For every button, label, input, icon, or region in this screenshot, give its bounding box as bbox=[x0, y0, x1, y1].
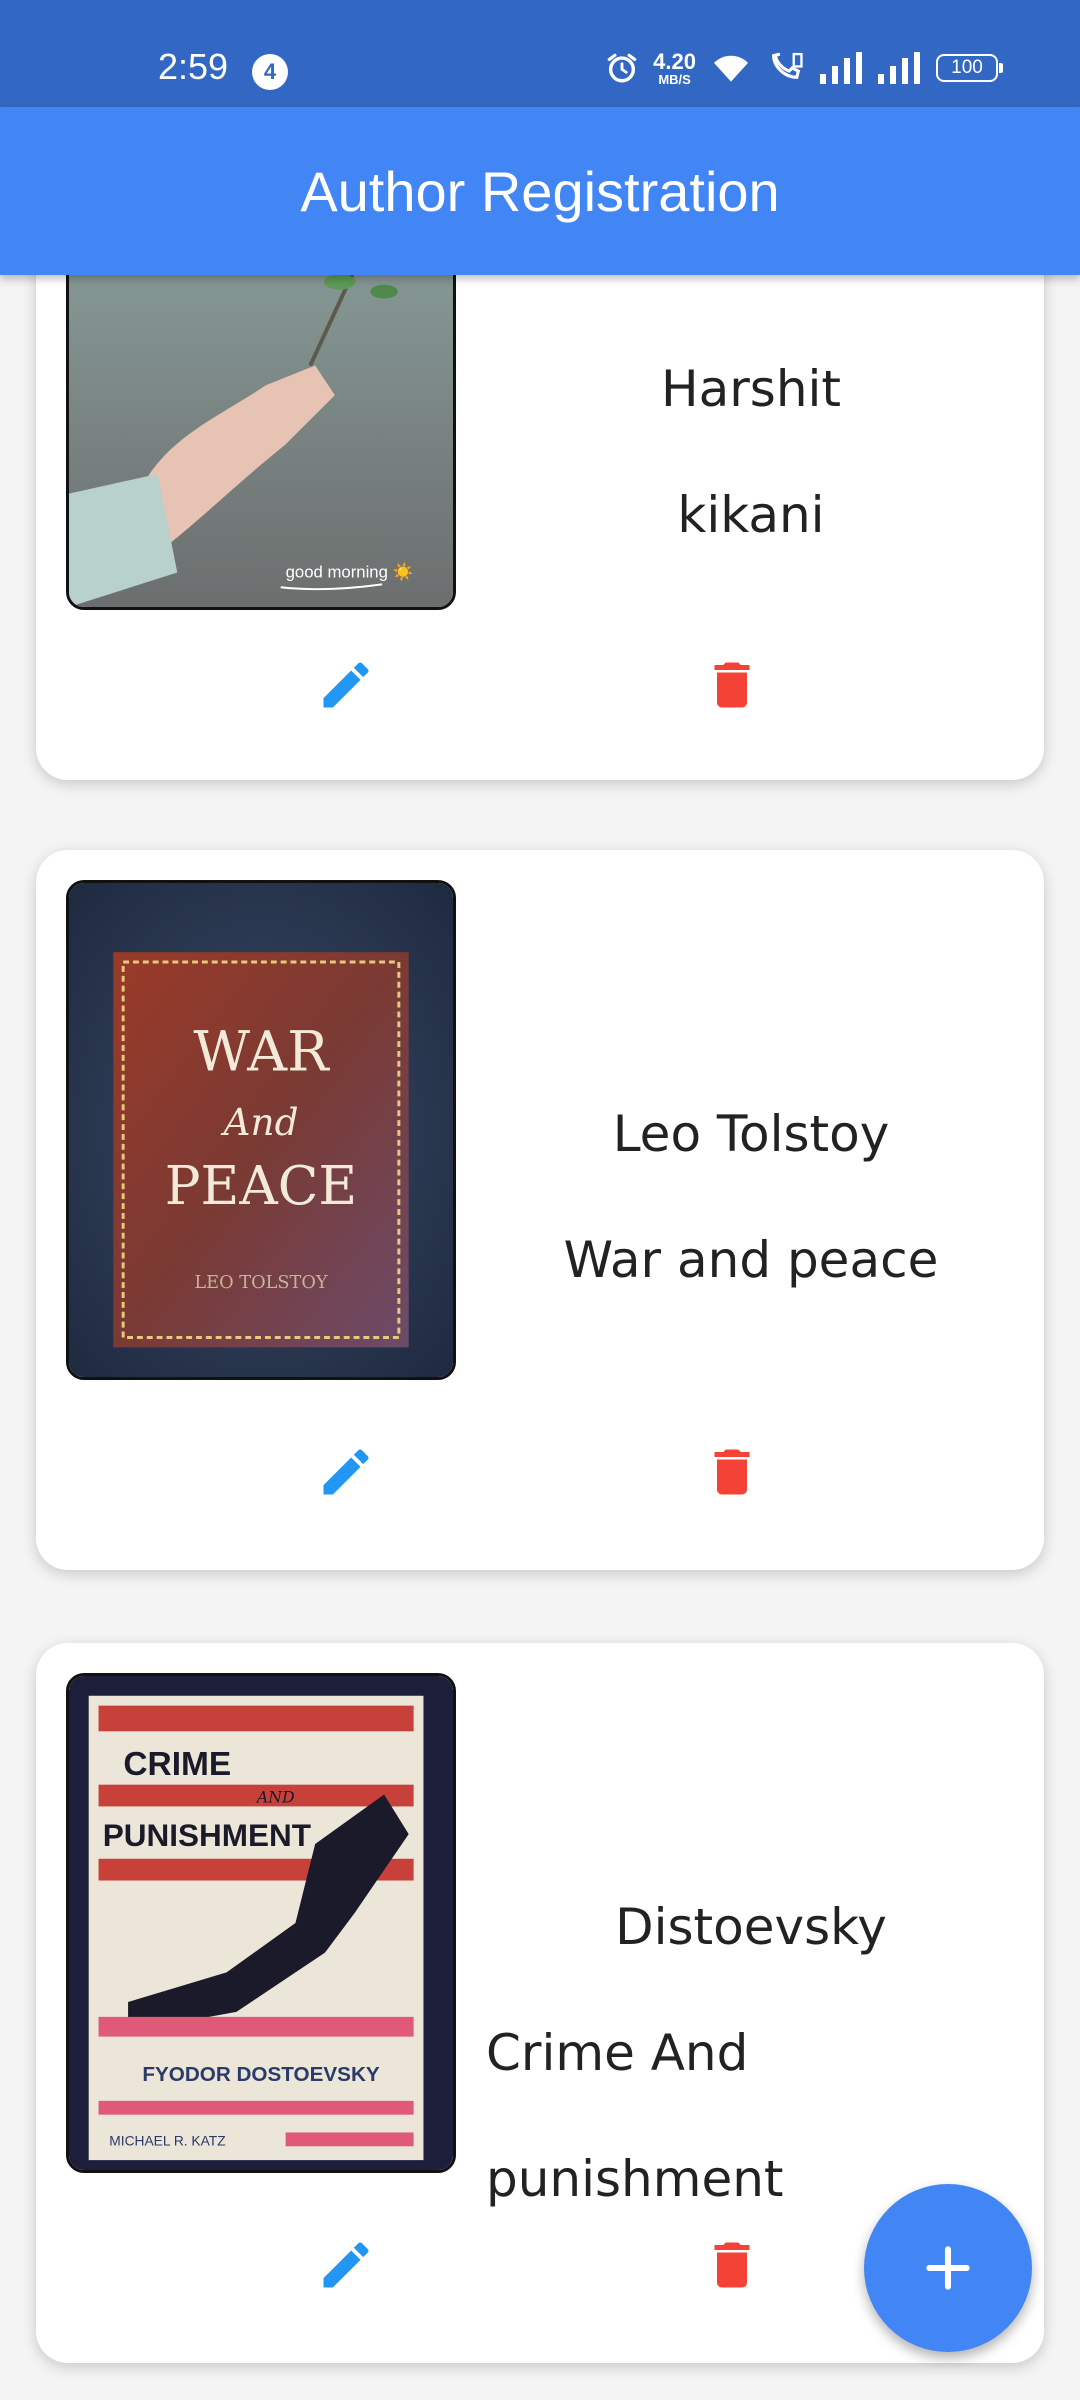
author-card: good morning ☀️ Harshit kikani bbox=[36, 275, 1044, 780]
author-list[interactable]: good morning ☀️ Harshit kikani WAR And P… bbox=[0, 275, 1080, 2400]
hand-photo-image: good morning ☀️ bbox=[69, 275, 453, 607]
pencil-icon bbox=[323, 1449, 369, 1495]
cover-title-word-3: PUNISHMENT bbox=[103, 1817, 311, 1853]
battery-indicator: 100 bbox=[936, 54, 1003, 82]
trash-icon bbox=[714, 1449, 750, 1495]
notification-count-badge: 4 bbox=[252, 54, 288, 90]
cover-translator: MICHAEL R. KATZ bbox=[109, 2133, 225, 2148]
status-icons: 4.20 MB/S 100 bbox=[605, 48, 1003, 88]
book-title: War and peace bbox=[563, 1231, 939, 1289]
cover-title-word-2: AND bbox=[255, 1787, 295, 1806]
trash-icon bbox=[714, 662, 750, 708]
edit-button[interactable] bbox=[306, 2225, 386, 2305]
app-bar: Author Registration bbox=[0, 107, 1080, 275]
delete-button[interactable] bbox=[692, 2225, 772, 2305]
author-name: Distoevsky bbox=[615, 1898, 887, 1956]
wifi-calling-icon bbox=[772, 52, 803, 79]
author-image: CRIME AND PUNISHMENT FYODOR DOSTOEVSKY M… bbox=[66, 1673, 456, 2173]
delete-button[interactable] bbox=[692, 1432, 772, 1512]
cover-title-word-2: And bbox=[220, 1100, 298, 1144]
author-image: good morning ☀️ bbox=[66, 275, 456, 610]
book-title: kikani bbox=[677, 486, 825, 544]
delete-button[interactable] bbox=[692, 645, 772, 725]
book-cover-image: WAR And PEACE LEO TOLSTOY bbox=[69, 883, 453, 1377]
author-image: WAR And PEACE LEO TOLSTOY bbox=[66, 880, 456, 1380]
wifi-icon bbox=[714, 55, 748, 82]
page-title: Author Registration bbox=[300, 159, 780, 223]
network-speed-value: 4.20 bbox=[653, 48, 696, 74]
author-name: Leo Tolstoy bbox=[612, 1105, 890, 1163]
edit-button[interactable] bbox=[306, 1432, 386, 1512]
author-card: WAR And PEACE LEO TOLSTOY Leo Tolstoy Wa… bbox=[36, 850, 1044, 1570]
cover-author: LEO TOLSTOY bbox=[194, 1273, 327, 1293]
trash-icon bbox=[714, 2242, 750, 2288]
author-info: Harshit kikani bbox=[486, 295, 1016, 610]
image-caption: good morning ☀️ bbox=[286, 561, 414, 582]
status-bar: 2:59 4 4.20 MB/S 100 bbox=[0, 0, 1080, 107]
alarm-icon bbox=[607, 53, 637, 83]
edit-button[interactable] bbox=[306, 645, 386, 725]
pencil-icon bbox=[323, 2242, 369, 2288]
network-speed: 4.20 MB/S bbox=[653, 48, 696, 87]
book-title-line-1: Crime And bbox=[486, 2024, 749, 2082]
plus-icon bbox=[926, 2246, 970, 2290]
signal-icon-2 bbox=[878, 52, 920, 84]
author-name: Harshit bbox=[660, 360, 842, 418]
cover-author: FYODOR DOSTOEVSKY bbox=[142, 2063, 380, 2086]
author-info: Leo Tolstoy War and peace bbox=[486, 1040, 1016, 1355]
network-speed-unit: MB/S bbox=[658, 71, 691, 87]
cover-title-word-1: WAR bbox=[193, 1021, 330, 1085]
pencil-icon bbox=[323, 662, 369, 708]
signal-icon-1 bbox=[820, 52, 862, 84]
book-cover-image: CRIME AND PUNISHMENT FYODOR DOSTOEVSKY M… bbox=[69, 1676, 453, 2170]
status-time: 2:59 bbox=[158, 46, 229, 87]
cover-title-word-3: PEACE bbox=[165, 1155, 357, 1217]
add-author-button[interactable] bbox=[864, 2184, 1032, 2352]
cover-title-word-1: CRIME bbox=[123, 1746, 231, 1783]
